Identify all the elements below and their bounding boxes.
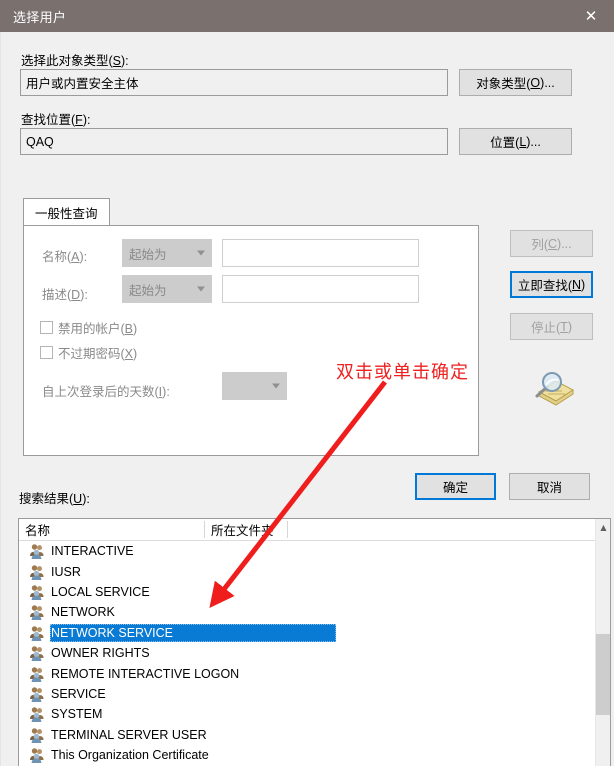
row-name: OWNER RIGHTS (51, 646, 150, 661)
table-row[interactable]: This Organization Certificate (19, 745, 595, 765)
row-name: LOCAL SERVICE (51, 584, 150, 599)
row-name: SYSTEM (51, 707, 103, 722)
group-user-icon (28, 543, 47, 560)
location-label: 查找位置(F): (21, 113, 91, 127)
table-row[interactable]: REMOTE INTERACTIVE LOGON (19, 663, 595, 683)
group-user-icon (28, 584, 47, 600)
search-results-list[interactable]: 名称 所在文件夹 INTERACTIVE IUSR LOCAL SERVICE NET… (18, 518, 611, 766)
table-row[interactable]: IUSR (19, 561, 595, 581)
chevron-down-icon (272, 383, 280, 389)
disabled-accounts-checkbox[interactable]: 禁用的帐户(B) (40, 318, 137, 337)
column-header-folder[interactable]: 所在文件夹 (205, 519, 287, 540)
description-input[interactable] (222, 275, 419, 303)
object-types-button[interactable]: 对象类型(O)... (459, 69, 572, 96)
row-name: REMOTE INTERACTIVE LOGON (51, 666, 240, 681)
group-user-icon (28, 625, 47, 641)
annotation-text: 双击或单击确定 (336, 362, 469, 383)
description-condition-select[interactable]: 起始为 (122, 275, 212, 303)
row-name: TERMINAL SERVER USER (51, 727, 207, 742)
table-row[interactable]: TERMINAL SERVER USER (19, 725, 595, 745)
search-results-label: 搜索结果(U): (19, 492, 90, 506)
title-bar: 选择用户 ✕ (0, 0, 614, 32)
locations-button[interactable]: 位置(L)... (459, 128, 572, 155)
table-row[interactable]: NETWORK (19, 602, 595, 622)
table-row[interactable]: OWNER RIGHTS (19, 643, 595, 663)
chevron-down-icon (197, 286, 205, 292)
row-name: INTERACTIVE (51, 544, 134, 559)
dialog-client-area: 选择此对象类型(S): 用户或内置安全主体 对象类型(O)... 查找位置(F)… (0, 32, 614, 766)
group-user-icon (28, 666, 47, 682)
query-tabstrip: 一般性查询 (23, 198, 479, 226)
location-value: QAQ (26, 134, 54, 149)
tab-common-query[interactable]: 一般性查询 (23, 198, 110, 226)
table-row[interactable]: INTERACTIVE (19, 541, 595, 561)
name-label: 名称(A): (42, 250, 88, 264)
table-row[interactable]: SERVICE (19, 684, 595, 704)
group-user-icon (28, 706, 47, 723)
object-type-value: 用户或内置安全主体 (26, 77, 139, 91)
days-since-logon-select[interactable] (222, 372, 287, 400)
group-user-icon (28, 564, 47, 580)
group-user-icon (28, 727, 47, 743)
non-expiring-password-checkbox[interactable]: 不过期密码(X) (40, 343, 137, 362)
table-row[interactable]: NETWORK SERVICE (19, 623, 595, 643)
days-since-logon-label: 自上次登录后的天数(I): (42, 385, 170, 399)
object-type-field[interactable]: 用户或内置安全主体 (20, 69, 448, 96)
list-rows: INTERACTIVE IUSR LOCAL SERVICE NETWORK NETWO… (19, 541, 595, 766)
column-divider[interactable] (287, 521, 288, 538)
table-row[interactable]: SYSTEM (19, 704, 595, 724)
object-type-label: 选择此对象类型(S): (21, 54, 129, 68)
scrollbar-thumb[interactable] (596, 634, 610, 715)
description-label: 描述(D): (42, 288, 88, 302)
common-query-panel: 名称(A): 起始为 描述(D): 起始为 禁用的帐户(B) 不过期密码(X) … (23, 225, 479, 456)
row-name: This Organization Certificate (51, 748, 209, 763)
close-icon[interactable]: ✕ (568, 0, 614, 32)
row-name: IUSR (51, 564, 81, 579)
table-row[interactable]: LOCAL SERVICE (19, 582, 595, 602)
columns-button[interactable]: 列(C)... (510, 230, 593, 257)
list-header: 名称 所在文件夹 (19, 519, 610, 541)
checkbox-box (40, 321, 53, 334)
stop-button[interactable]: 停止(T) (510, 313, 593, 340)
group-user-icon (28, 686, 47, 702)
search-magnifier-icon (529, 368, 575, 410)
ok-button[interactable]: 确定 (415, 473, 496, 500)
name-condition-select[interactable]: 起始为 (122, 239, 212, 267)
chevron-down-icon (197, 250, 205, 256)
cancel-button[interactable]: 取消 (509, 473, 590, 500)
column-header-name[interactable]: 名称 (19, 519, 204, 540)
checkbox-box (40, 346, 53, 359)
group-user-icon (28, 747, 47, 764)
row-name: NETWORK SERVICE (51, 625, 174, 640)
scroll-up-icon[interactable]: ▲ (596, 519, 610, 535)
group-user-icon (28, 604, 47, 621)
vertical-scrollbar[interactable]: ▲ ▼ (595, 519, 610, 766)
location-field[interactable]: QAQ (20, 128, 448, 155)
find-now-button[interactable]: 立即查找(N) (510, 271, 593, 298)
group-user-icon (28, 645, 47, 662)
window-title: 选择用户 (13, 9, 67, 25)
row-name: NETWORK (51, 605, 115, 620)
select-user-dialog: 选择用户 ✕ 选择此对象类型(S): 用户或内置安全主体 对象类型(O)... … (0, 0, 614, 766)
row-name: SERVICE (51, 686, 106, 701)
name-input[interactable] (222, 239, 419, 267)
